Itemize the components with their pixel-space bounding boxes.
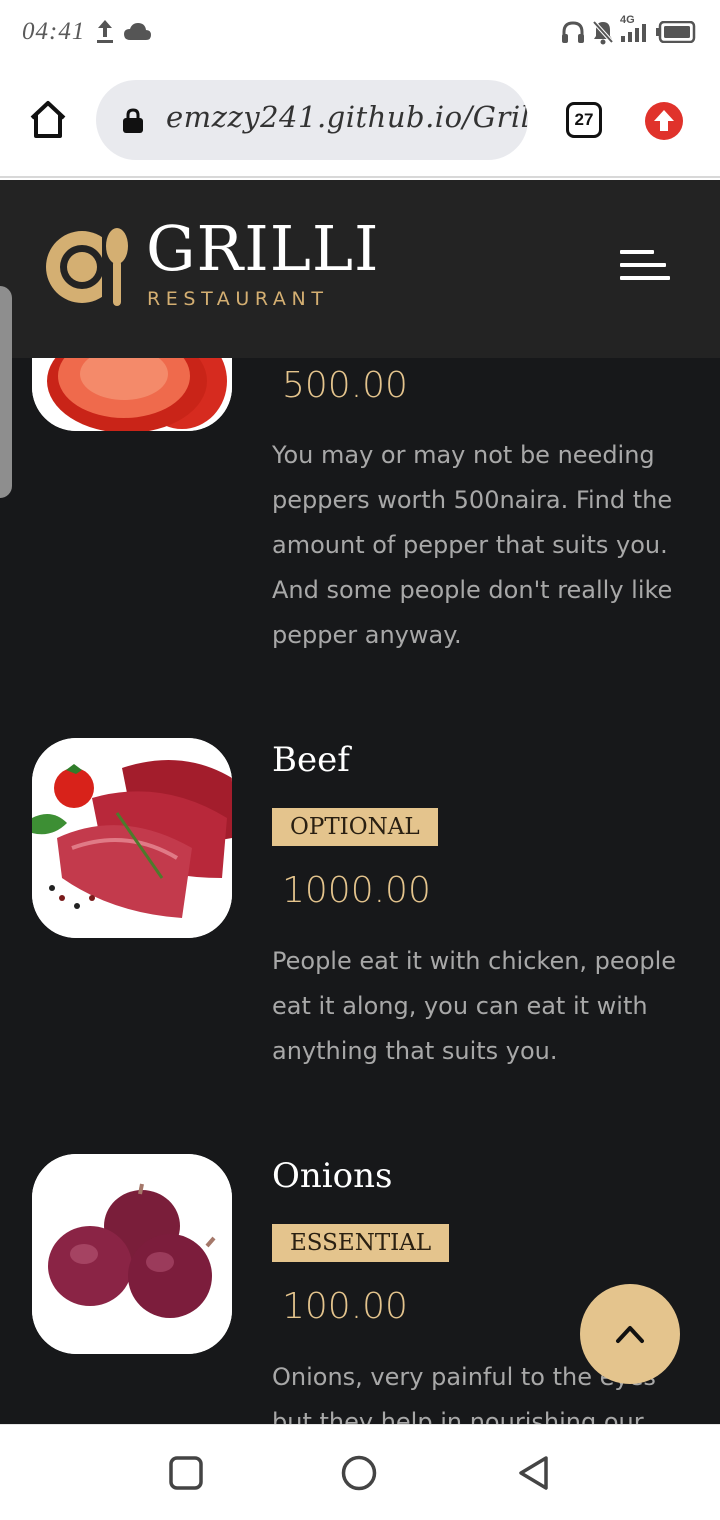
item-description: You may or may not be needing peppers wo…	[272, 441, 673, 649]
system-nav-bar	[0, 1424, 720, 1520]
back-icon[interactable]	[516, 1455, 552, 1491]
home-icon[interactable]	[26, 98, 70, 142]
headphones-icon	[562, 21, 584, 43]
logo-icon[interactable]	[44, 224, 134, 310]
onions-image	[32, 1154, 232, 1354]
url-text: emzzy241.github.io/Grilli/jc	[166, 100, 528, 134]
web-page: GRILLI RESTAURANT 500.00 You may or may …	[0, 180, 720, 1424]
logo-subtitle: RESTAURANT	[147, 288, 329, 310]
upload-icon	[97, 20, 113, 43]
signal-icon	[621, 24, 646, 42]
logo-name: GRILLI	[146, 212, 380, 285]
status-bar: 04:41 4G	[0, 0, 720, 64]
item-description: People eat it with chicken, people eat i…	[272, 947, 677, 1065]
lock-icon	[123, 108, 143, 133]
item-title: Beef	[272, 740, 350, 780]
address-bar[interactable]: emzzy241.github.io/Grilli/jc	[96, 80, 528, 160]
update-icon[interactable]	[645, 102, 683, 140]
beef-image	[32, 738, 232, 938]
hamburger-menu-icon[interactable]	[620, 250, 670, 282]
cloud-icon	[124, 23, 151, 40]
item-price: 500.00	[282, 365, 408, 406]
site-header: GRILLI RESTAURANT	[0, 180, 720, 358]
status-time: 04:41	[22, 18, 86, 45]
tabs-button[interactable]: 27	[566, 102, 602, 138]
item-title: Onions	[272, 1156, 393, 1196]
browser-toolbar: emzzy241.github.io/Grilli/jc 27	[0, 64, 720, 178]
chevron-up-icon	[616, 1326, 644, 1343]
item-badge: OPTIONAL	[272, 808, 438, 846]
page-scroll-handle[interactable]	[0, 286, 12, 498]
recents-icon[interactable]	[168, 1455, 204, 1491]
battery-icon	[656, 21, 696, 43]
item-price: 100.00	[282, 1286, 408, 1327]
home-circle-icon[interactable]	[341, 1455, 377, 1491]
item-badge: ESSENTIAL	[272, 1224, 450, 1262]
back-to-top-button[interactable]	[580, 1284, 680, 1384]
item-price: 1000.00	[282, 870, 431, 911]
bell-off-icon	[592, 20, 614, 45]
